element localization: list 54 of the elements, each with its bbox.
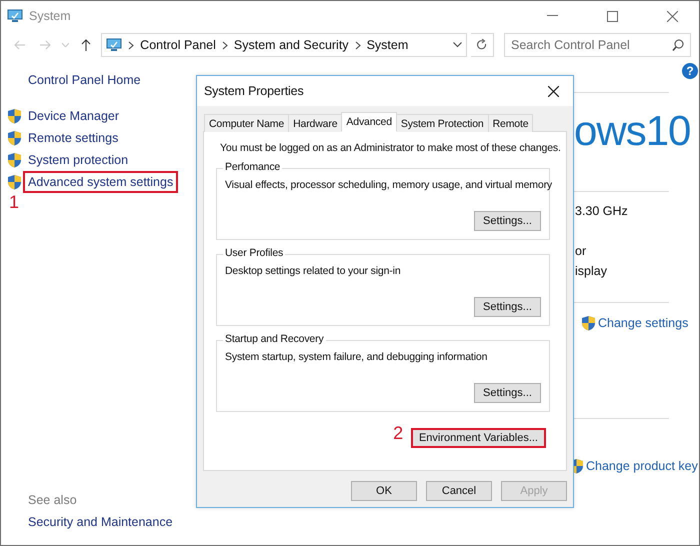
tab[interactable]: Computer Name bbox=[204, 114, 290, 132]
step-number: 2 bbox=[393, 424, 403, 445]
shield-icon bbox=[7, 130, 22, 146]
chevron-right-icon bbox=[222, 40, 228, 50]
info-text: isplay bbox=[574, 264, 607, 278]
tab[interactable]: Hardware bbox=[288, 114, 342, 132]
computer-icon bbox=[106, 38, 122, 52]
chevron-right-icon bbox=[128, 40, 134, 50]
tab[interactable]: Advanced bbox=[341, 112, 397, 132]
help-icon[interactable]: ? bbox=[682, 63, 698, 79]
chevron-right-icon bbox=[354, 40, 361, 50]
group-description: Desktop settings related to your sign-in bbox=[225, 265, 401, 277]
shield-icon bbox=[7, 108, 22, 124]
breadcrumb-item[interactable]: System bbox=[366, 38, 408, 52]
refresh-button[interactable] bbox=[470, 33, 494, 57]
step-number: 1 bbox=[9, 193, 20, 211]
settings-button[interactable]: Settings... bbox=[474, 297, 541, 317]
processor-speed: 3.30 GHz bbox=[574, 204, 628, 218]
breadcrumb-item[interactable]: Control Panel bbox=[140, 38, 216, 52]
group-description: Visual effects, processor scheduling, memory usage, and virtual memory bbox=[225, 179, 552, 191]
shield-icon bbox=[581, 315, 596, 331]
group-description: System startup, system failure, and debugging information bbox=[225, 351, 488, 363]
settings-button[interactable]: Settings... bbox=[474, 383, 541, 403]
shield-icon bbox=[7, 152, 22, 168]
dialog-button[interactable]: OK bbox=[351, 481, 417, 501]
shield-icon bbox=[7, 174, 22, 190]
sidebar-link[interactable]: Advanced system settings bbox=[23, 171, 178, 193]
caret-icon[interactable] bbox=[452, 42, 462, 48]
group-title: User Profiles bbox=[223, 247, 286, 259]
breadcrumb-item[interactable]: System and Security bbox=[234, 38, 349, 52]
dialog-button[interactable]: Cancel bbox=[426, 481, 492, 501]
settings-button[interactable]: Settings... bbox=[474, 211, 541, 231]
computer-icon bbox=[7, 9, 23, 23]
environment-variables-button[interactable]: Environment Variables... bbox=[410, 428, 546, 448]
sidebar-link[interactable]: Remote settings bbox=[23, 127, 124, 149]
sidebar-link[interactable]: System protection bbox=[23, 149, 134, 171]
info-text: or bbox=[574, 244, 586, 258]
sidebar-link[interactable]: Device Manager bbox=[23, 105, 124, 127]
sidebar-link[interactable]: Control Panel Home bbox=[28, 73, 196, 87]
change-settings-link[interactable]: Change settings bbox=[581, 315, 699, 331]
tab[interactable]: System Protection bbox=[396, 114, 489, 132]
group-title: Startup and Recovery bbox=[223, 333, 326, 345]
see-also-link[interactable]: Security and Maintenance bbox=[28, 515, 196, 529]
search-icon bbox=[672, 39, 684, 51]
notice-text: You must be logged on as an Administrator to make most of these changes. bbox=[220, 142, 561, 154]
refresh-icon bbox=[476, 39, 488, 51]
dialog-title: System Properties bbox=[204, 84, 305, 98]
logo-text: ows10 bbox=[573, 111, 690, 151]
group-title: Perfomance bbox=[223, 161, 282, 173]
search-field[interactable]: Search Control Panel bbox=[504, 33, 692, 57]
window-title: System bbox=[29, 9, 72, 23]
address-bar[interactable]: Control Panel System and Security System bbox=[101, 33, 467, 57]
section-heading: See also bbox=[28, 493, 78, 507]
tab[interactable]: Remote bbox=[488, 114, 534, 132]
